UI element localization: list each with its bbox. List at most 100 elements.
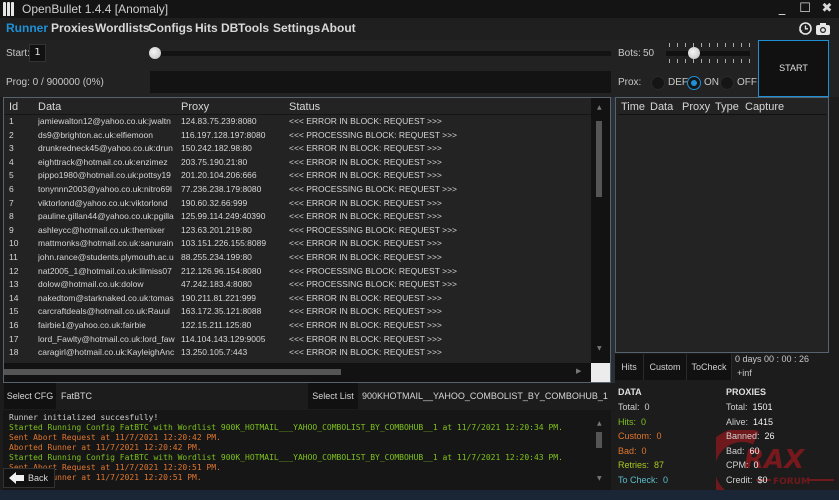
hits-column-time[interactable]: Time xyxy=(621,101,645,113)
log-scroll-up-icon[interactable]: ▲ xyxy=(597,420,602,427)
bots-slider-ticks-top xyxy=(669,43,750,47)
stat-label: To Check: xyxy=(618,474,659,485)
table-row[interactable]: 3 drunkredneck45@yahoo.co.uk:drun 150.242.… xyxy=(4,143,591,157)
table-row[interactable]: 5 pippo1980@hotmail.co.uk:pottsy19 201.20.… xyxy=(4,170,591,184)
slider-tick xyxy=(701,59,702,63)
hits-column-type[interactable]: Type xyxy=(715,101,739,113)
stat-value: 1415 xyxy=(753,416,774,427)
cell-id: 3 xyxy=(9,143,14,154)
select-cfg-button[interactable]: Select CFG xyxy=(4,383,56,409)
hits-column-capture[interactable]: Capture xyxy=(745,101,784,113)
column-header-status[interactable]: Status xyxy=(289,101,320,113)
hits-tab[interactable]: Hits xyxy=(615,354,644,380)
table-row[interactable]: 11 john.rance@students.plymouth.ac.u 88.25… xyxy=(4,252,591,266)
bots-slider[interactable] xyxy=(666,51,750,56)
cell-data: ds9@brighton.ac.uk:elfiemoon xyxy=(38,129,153,140)
menu-wordlists[interactable]: Wordlists xyxy=(95,21,149,35)
proxy-stat-alive: Alive: 1415 xyxy=(726,417,773,427)
cell-id: 16 xyxy=(9,320,19,330)
proxy-def-radio[interactable] xyxy=(651,76,665,90)
table-row[interactable]: 8 pauline.gillan44@yahoo.co.uk:pgilla 125.… xyxy=(4,211,591,225)
table-row[interactable]: 10 mattmonks@hotmail.co.uk:sanurain 103.15… xyxy=(4,238,591,252)
table-row[interactable]: 13 dolow@hotmail.co.uk:dolow 47.242.183.4:… xyxy=(4,279,591,293)
data-stat-retries: Retries: 87 xyxy=(618,460,664,470)
stat-label: Bad: xyxy=(618,445,637,456)
log-line: Started Running Config FatBTC with Wordl… xyxy=(9,423,563,432)
data-stat-tocheck: To Check: 0 xyxy=(618,475,668,485)
cell-id: 8 xyxy=(9,211,14,222)
minimize-button[interactable]: _ xyxy=(772,0,792,18)
table-row[interactable]: 14 nakedtom@starknaked.co.uk:tomas 190.211… xyxy=(4,293,591,307)
cell-proxy: 150.242.182.98:80 xyxy=(181,143,252,154)
history-icon[interactable] xyxy=(798,21,813,36)
menu-about[interactable]: About xyxy=(321,21,356,35)
menu-tools[interactable]: Tools xyxy=(238,21,269,35)
close-button[interactable]: ✖ xyxy=(817,0,837,18)
table-row[interactable]: 2 ds9@brighton.ac.uk:elfiemoon 116.197.128… xyxy=(4,130,591,144)
start-button[interactable]: START xyxy=(758,40,829,97)
table-row[interactable]: 7 viktorlond@yahoo.co.uk:viktorlond 190.60… xyxy=(4,198,591,212)
select-list-button[interactable]: Select List xyxy=(308,383,358,409)
cell-id: 12 xyxy=(9,265,19,276)
taskbar-strip xyxy=(0,490,839,500)
log-line: Aborted Runner at 11/7/2021 12:20:42 PM. xyxy=(9,443,202,452)
watermark-subtext: FORUM xyxy=(773,477,810,487)
column-header-data[interactable]: Data xyxy=(38,101,61,113)
custom-tab[interactable]: Custom xyxy=(644,354,687,380)
proxy-on-label: ON xyxy=(704,77,719,88)
cell-data: nat2005_1@hotmail.co.uk:lilmiss07 xyxy=(38,265,172,276)
log-line: Runner initialized succesfully! xyxy=(9,413,159,422)
bots-slider-thumb[interactable] xyxy=(687,47,700,59)
table-row[interactable]: 17 lord_Fawlty@hotmail.co.uk:lord_faw 114.… xyxy=(4,334,591,348)
back-arrow-icon xyxy=(9,472,25,490)
table-row[interactable]: 4 eighttrack@hotmail.co.uk:enzimez 203.75.… xyxy=(4,157,591,171)
scroll-right-icon[interactable]: ▶ xyxy=(576,367,581,375)
column-header-id[interactable]: Id xyxy=(9,101,18,113)
proxy-off-radio[interactable] xyxy=(720,76,734,90)
table-row[interactable]: 12 nat2005_1@hotmail.co.uk:lilmiss07 212.1… xyxy=(4,266,591,280)
stat-label: Bad: xyxy=(726,445,745,456)
stat-value: 60 xyxy=(749,445,760,456)
hits-column-proxy[interactable]: Proxy xyxy=(682,101,710,113)
cell-proxy: 114.104.143.129:9005 xyxy=(181,333,266,344)
table-row[interactable]: 16 fairbie1@yahoo.co.uk:fairbie 122.15.211… xyxy=(4,320,591,334)
scroll-down-icon[interactable]: ▼ xyxy=(597,345,602,352)
maximize-button[interactable]: ☐ xyxy=(795,0,815,18)
hits-column-data[interactable]: Data xyxy=(650,101,673,113)
cell-status: <<< ERROR IN BLOCK: REQUEST >>> xyxy=(289,320,442,330)
window-title: OpenBullet 1.4.4 [Anomaly] xyxy=(22,2,169,16)
cell-id: 9 xyxy=(9,224,14,235)
start-input[interactable]: 1 xyxy=(29,44,46,62)
menu-hits-db[interactable]: Hits DB xyxy=(195,21,238,35)
cell-status: <<< PROCESSING BLOCK: REQUEST >>> xyxy=(289,184,458,194)
tocheck-tab[interactable]: ToCheck xyxy=(687,354,732,380)
table-row[interactable]: 18 caragirl@hotmail.co.uk:KayleighAnc 13.2… xyxy=(4,347,591,361)
back-button[interactable]: Back xyxy=(3,468,55,488)
table-row[interactable]: 15 carcraftdeals@hotmail.co.uk:Rauul 163.1… xyxy=(4,306,591,320)
cell-id: 7 xyxy=(9,197,14,208)
menu-proxies[interactable]: Proxies xyxy=(51,21,94,35)
stat-value: 87 xyxy=(654,460,665,470)
cell-proxy: 116.197.128.197:8080 xyxy=(181,129,266,140)
table-row[interactable]: 9 ashleycc@hotmail.co.uk:themixer 123.63.2… xyxy=(4,225,591,239)
log-scroll-down-icon[interactable]: ▼ xyxy=(597,475,602,482)
start-slider[interactable] xyxy=(152,51,611,56)
menu-configs[interactable]: Configs xyxy=(148,21,193,35)
camera-icon[interactable] xyxy=(815,22,831,36)
log-scroll-thumb[interactable] xyxy=(596,432,602,448)
grid-vertical-scroll-thumb[interactable] xyxy=(596,121,602,197)
menu-runner[interactable]: Runner xyxy=(6,21,48,35)
column-header-proxy[interactable]: Proxy xyxy=(181,101,209,113)
table-row[interactable]: 1 jamiewalton12@yahoo.co.uk:jwaltn 124.83.… xyxy=(4,116,591,130)
proxy-on-radio[interactable] xyxy=(687,76,701,90)
log-line: Started Running Config FatBTC with Wordl… xyxy=(9,453,563,462)
slider-tick xyxy=(709,59,710,63)
table-row[interactable]: 6 tonynnn2003@yahoo.co.uk:nitro69l 77.236.… xyxy=(4,184,591,198)
menu-settings[interactable]: Settings xyxy=(273,21,320,35)
cell-data: drunkredneck45@yahoo.co.uk:drun xyxy=(38,143,173,154)
start-slider-thumb[interactable] xyxy=(149,47,161,59)
scroll-up-icon[interactable]: ▲ xyxy=(597,104,602,111)
cell-id: 11 xyxy=(9,252,18,262)
grid-horizontal-scroll-thumb[interactable] xyxy=(4,369,341,375)
bots-slider-ticks-bottom xyxy=(669,59,750,63)
